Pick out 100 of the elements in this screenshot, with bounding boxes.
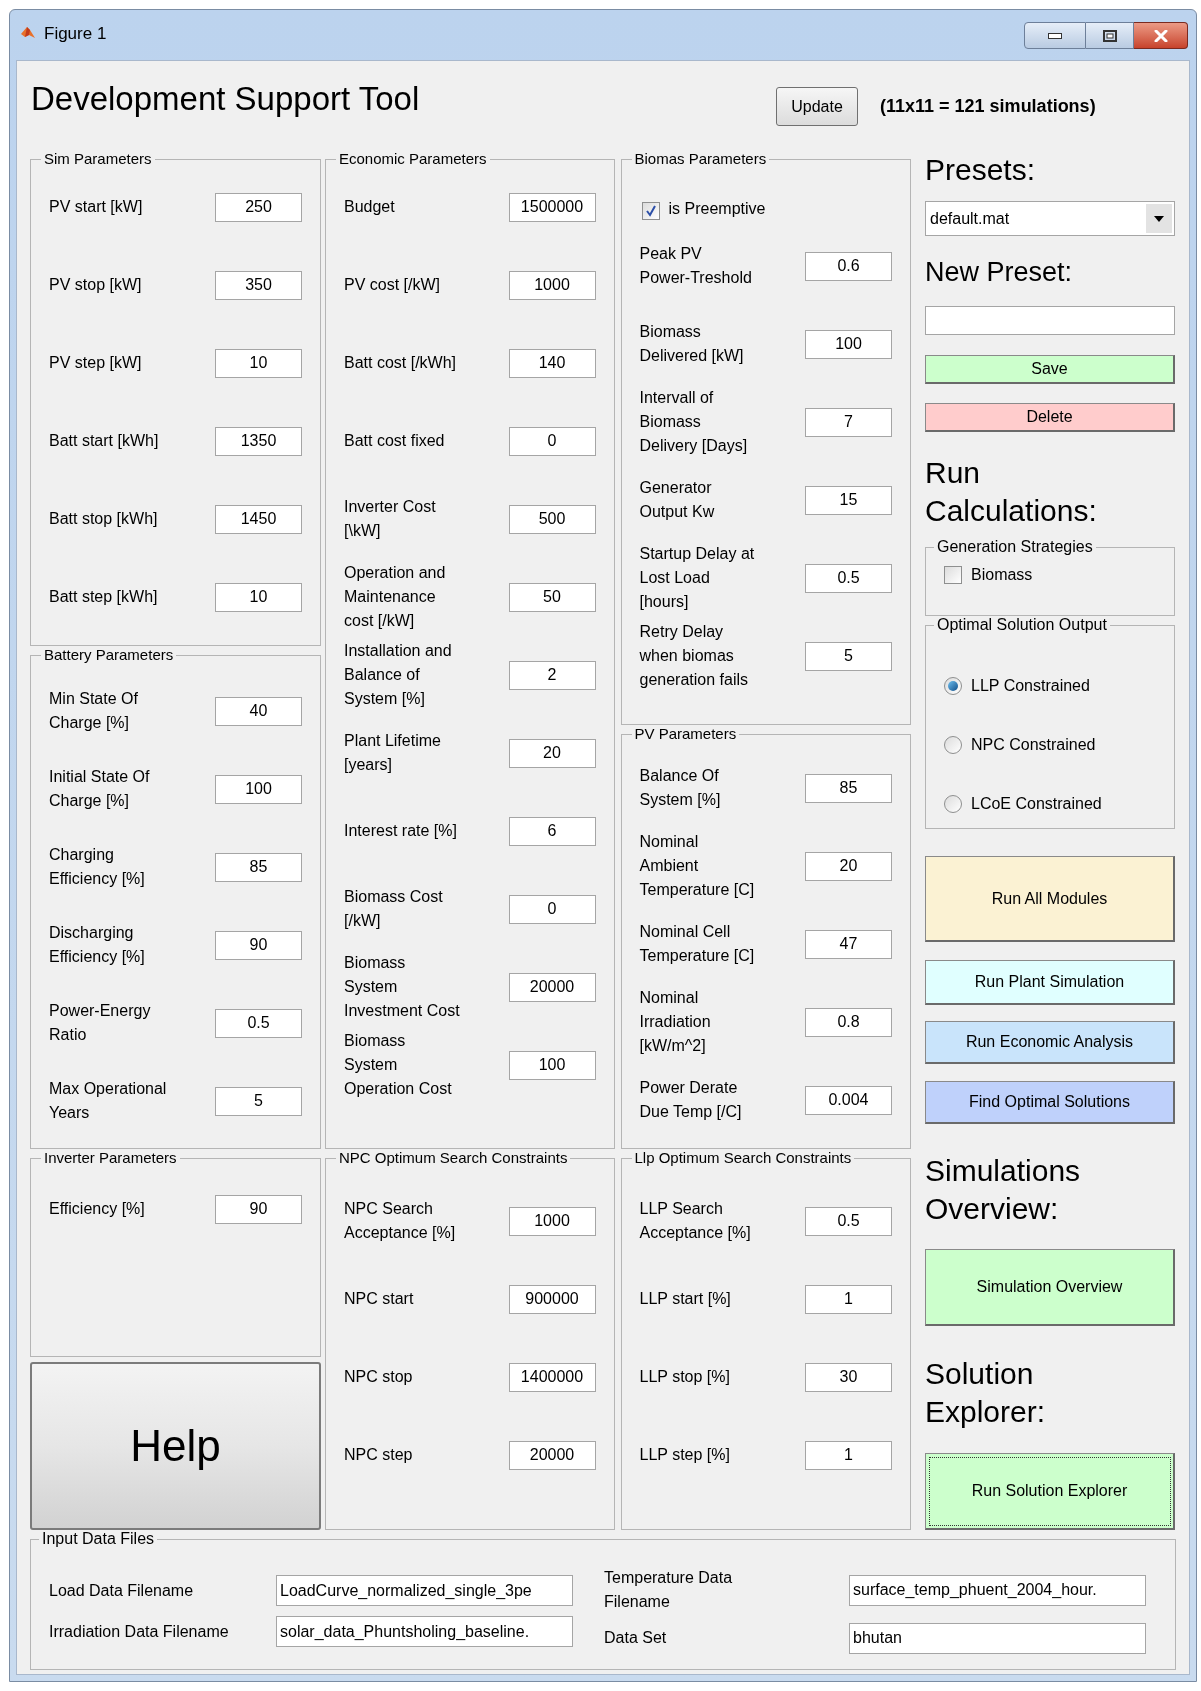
field-label: Max Operational Years (49, 1079, 167, 1123)
solution-explorer-button[interactable]: Run Solution Explorer (925, 1453, 1175, 1530)
field-label: Operation and Maintenance cost [/kW] (344, 563, 446, 631)
input-field[interactable]: 0.5 (215, 1008, 302, 1038)
radio-button[interactable] (944, 735, 962, 754)
checkbox[interactable] (944, 566, 962, 584)
field-label: Temperature Data Filename (604, 1568, 734, 1612)
field-label: Batt cost fixed (344, 431, 445, 451)
field-label: Intervall of Biomass Delivery [Days] (639, 388, 748, 456)
field-label: Power-Energy Ratio (49, 1001, 151, 1045)
radio-button[interactable] (944, 794, 962, 813)
panel-title: Biomas Parameters (633, 150, 768, 168)
run-all-button[interactable]: Run All Modules (925, 856, 1175, 942)
input-field[interactable]: 10 (215, 582, 302, 612)
input-field[interactable]: 30 (805, 1362, 892, 1392)
input-field[interactable]: 1 (805, 1440, 892, 1470)
simulation-overview-button[interactable]: Simulation Overview (925, 1249, 1175, 1326)
minimize-button[interactable] (1024, 22, 1086, 49)
field-label: Nominal Ambient Temperature [C] (639, 832, 755, 900)
caret-icon (1154, 215, 1164, 222)
field-label: Power Derate Due Temp [/C] (639, 1078, 742, 1122)
input-field[interactable]: 20000 (508, 1440, 596, 1470)
input-field[interactable]: LoadCurve_normalized_single_3pe (276, 1575, 573, 1606)
preset-dropdown[interactable]: default.mat (925, 201, 1175, 236)
economic-analysis-button[interactable]: Run Economic Analysis (925, 1021, 1175, 1064)
field-label: Load Data Filename (49, 1580, 195, 1601)
input-field[interactable]: 6 (508, 816, 596, 846)
panel-title: Llp Optimum Search Constraints (633, 1149, 853, 1167)
input-field[interactable]: 0 (508, 426, 596, 456)
input-field[interactable]: 0.5 (805, 1206, 892, 1236)
save-button[interactable]: Save (925, 355, 1175, 384)
input-field[interactable]: 20 (805, 851, 892, 881)
panel-title: Generation Strategies (936, 538, 1094, 556)
app-title: Development Support Tool (30, 79, 421, 119)
input-field[interactable]: 40 (215, 696, 302, 726)
input-field[interactable]: 1350 (215, 426, 302, 456)
field-label: Discharging Efficiency [%] (49, 923, 145, 967)
input-field[interactable]: 1000 (508, 270, 596, 300)
field-label: Nominal Irradiation [kW/m^2] (639, 988, 711, 1056)
input-field[interactable]: 0.6 (805, 251, 892, 281)
optimal-solutions-button[interactable]: Find Optimal Solutions (925, 1081, 1175, 1124)
input-field[interactable]: surface_temp_phuent_2004_hour. (849, 1574, 1146, 1606)
input-field[interactable]: bhutan (849, 1622, 1146, 1654)
input-field[interactable]: 1400000 (508, 1362, 596, 1392)
help-button[interactable]: Help (30, 1362, 321, 1530)
input-field[interactable]: 250 (215, 192, 302, 222)
input-field[interactable]: 140 (508, 348, 596, 378)
input-field[interactable]: 1500000 (508, 192, 596, 222)
field-label: Retry Delay when biomas generation fails (639, 622, 748, 690)
plant-simulation-button[interactable]: Run Plant Simulation (925, 960, 1175, 1005)
input-field[interactable]: 0.5 (805, 563, 892, 593)
input-field[interactable]: 2 (508, 660, 596, 690)
field-label: Inverter Cost [\kW] (344, 497, 436, 541)
input-field[interactable]: 90 (215, 1194, 302, 1224)
input-field[interactable]: 20000 (508, 972, 596, 1002)
panel-title: Optimal Solution Output (936, 616, 1108, 634)
preset-name-field[interactable] (925, 306, 1175, 335)
input-field[interactable]: 20 (508, 738, 596, 768)
input-field[interactable]: 50 (508, 582, 596, 612)
input-field[interactable]: 0.8 (805, 1007, 892, 1037)
input-field[interactable]: 1 (805, 1284, 892, 1314)
field-label: PV cost [/kW] (344, 275, 440, 295)
input-field[interactable]: 5 (805, 641, 892, 671)
maximize-button[interactable] (1086, 22, 1134, 49)
field-label: Peak PV Power-Treshold (639, 244, 752, 288)
close-icon (1153, 29, 1168, 42)
checkbox-label: Biomass (971, 565, 1033, 585)
input-field[interactable]: 7 (805, 407, 892, 437)
field-label: LLP start [%] (639, 1289, 731, 1309)
input-field[interactable]: 1450 (215, 504, 302, 534)
input-field[interactable]: 15 (805, 485, 892, 515)
input-field[interactable]: solar_data_Phuntsholing_baseline. (276, 1616, 573, 1647)
input-field[interactable]: 0 (508, 894, 596, 924)
input-field[interactable]: 900000 (508, 1284, 596, 1314)
panel-title: PV Parameters (633, 725, 738, 743)
input-field[interactable]: 100 (805, 329, 892, 359)
simulation-count: (11x11 = 121 simulations) (880, 95, 1096, 118)
section-heading: Solution Explorer: (925, 1356, 1047, 1430)
input-field[interactable]: 10 (215, 348, 302, 378)
input-field[interactable]: 500 (508, 504, 596, 534)
section-heading: Presets: (925, 152, 1037, 188)
input-field[interactable]: 5 (215, 1086, 302, 1116)
minimize-icon (1048, 32, 1062, 39)
input-field[interactable]: 100 (508, 1050, 596, 1080)
close-button[interactable] (1134, 22, 1188, 49)
input-field[interactable]: 47 (805, 929, 892, 959)
radio-button[interactable] (944, 676, 962, 695)
update-button[interactable]: Update (776, 87, 858, 126)
input-field[interactable]: 90 (215, 930, 302, 960)
delete-button[interactable]: Delete (925, 403, 1175, 432)
panel-title: NPC Optimum Search Constraints (338, 1149, 569, 1167)
input-field[interactable]: 85 (215, 852, 302, 882)
input-field[interactable]: 350 (215, 270, 302, 300)
input-field[interactable]: 100 (215, 774, 302, 804)
field-label: Charging Efficiency [%] (49, 845, 145, 889)
panel-title: Economic Parameters (338, 150, 488, 168)
input-field[interactable]: 85 (805, 773, 892, 803)
input-field[interactable]: 1000 (508, 1206, 596, 1236)
input-field[interactable]: 0.004 (805, 1085, 892, 1115)
checkbox[interactable] (641, 202, 660, 220)
